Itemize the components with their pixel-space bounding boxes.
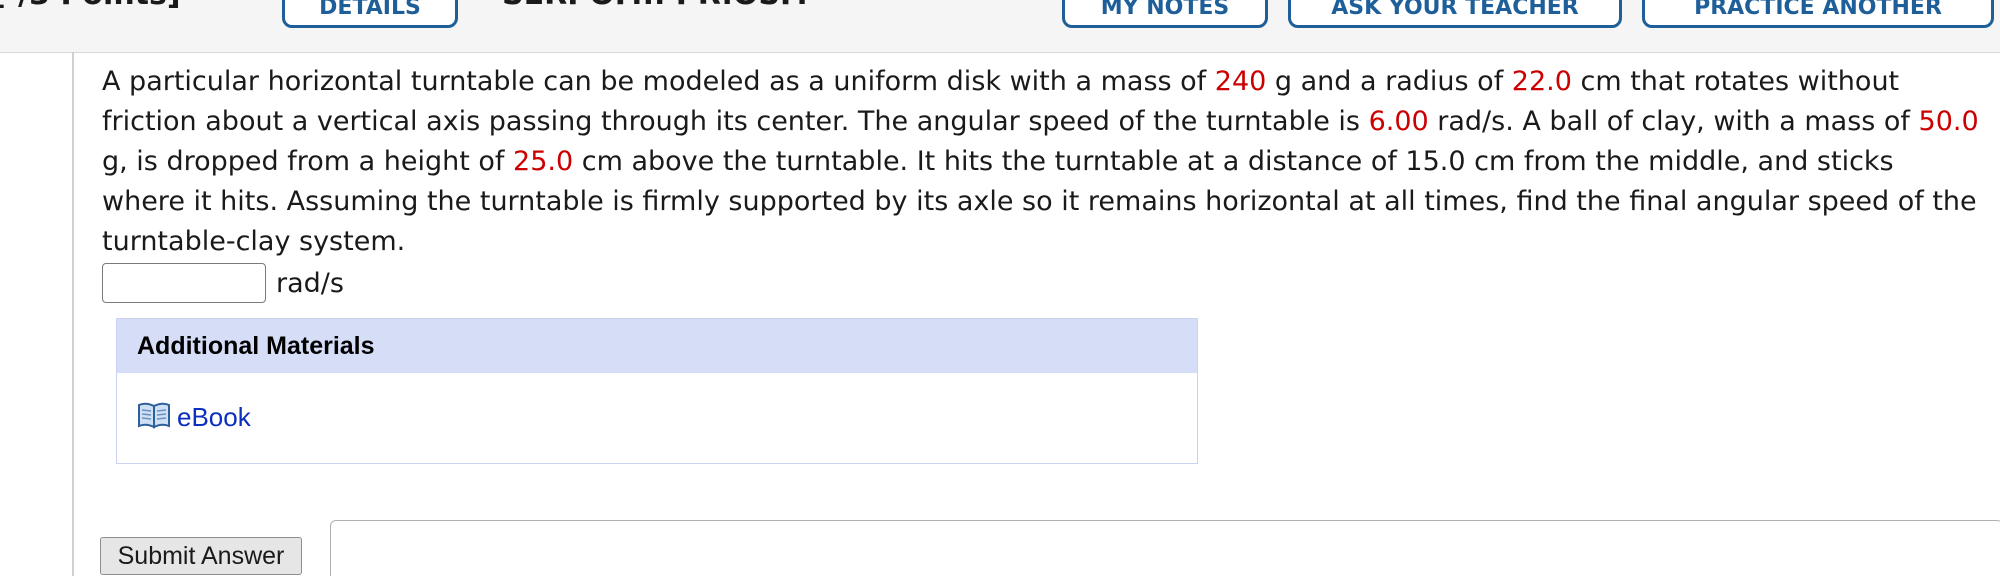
question-part: g, is dropped from a height of bbox=[102, 146, 514, 177]
ebook-link[interactable]: eBook bbox=[177, 402, 251, 433]
answer-unit: rad/s bbox=[276, 267, 344, 299]
angular-speed-value: 6.00 bbox=[1368, 106, 1429, 137]
question-text: A particular horizontal turntable can be… bbox=[102, 62, 1982, 262]
question-part: A particular horizontal turntable can be… bbox=[102, 66, 1215, 97]
question-part: g and a radius of bbox=[1266, 66, 1512, 97]
ebook-link-row[interactable]: eBook bbox=[137, 401, 251, 433]
my-notes-button-label: MY NOTES bbox=[1100, 0, 1230, 20]
left-divider bbox=[72, 52, 74, 576]
response-panel bbox=[330, 520, 2000, 576]
points-label: [-/3 Points] bbox=[0, 0, 181, 10]
additional-materials-panel: Additional Materials eBook bbox=[116, 318, 1198, 464]
my-notes-button[interactable]: MY NOTES bbox=[1062, 0, 1268, 28]
radius-value: 22.0 bbox=[1511, 66, 1572, 97]
details-button-label: DETAILS bbox=[319, 0, 421, 20]
top-header-strip: [-/3 Points] DETAILS SERPOP... PR.OSP. M… bbox=[0, 0, 2000, 53]
additional-materials-title: Additional Materials bbox=[117, 319, 1197, 373]
answer-row: rad/s bbox=[102, 262, 344, 304]
details-button[interactable]: DETAILS bbox=[282, 0, 458, 28]
answer-input[interactable] bbox=[102, 263, 266, 303]
disk-mass-value: 240 bbox=[1214, 66, 1267, 97]
book-icon bbox=[137, 401, 171, 433]
submit-answer-button[interactable]: Submit Answer bbox=[100, 537, 302, 575]
page: [-/3 Points] DETAILS SERPOP... PR.OSP. M… bbox=[0, 0, 2000, 576]
clay-mass-value: 50.0 bbox=[1918, 106, 1979, 137]
practice-another-button[interactable]: PRACTICE ANOTHER bbox=[1642, 0, 1994, 28]
question-part: rad/s. A ball of clay, with a mass of bbox=[1428, 106, 1919, 137]
ask-your-teacher-button[interactable]: ASK YOUR TEACHER bbox=[1288, 0, 1622, 28]
ask-teacher-button-label: ASK YOUR TEACHER bbox=[1331, 0, 1579, 20]
problem-id: SERPOP... PR.OSP. bbox=[502, 0, 808, 10]
practice-another-button-label: PRACTICE ANOTHER bbox=[1694, 0, 1942, 20]
drop-height-value: 25.0 bbox=[513, 146, 574, 177]
